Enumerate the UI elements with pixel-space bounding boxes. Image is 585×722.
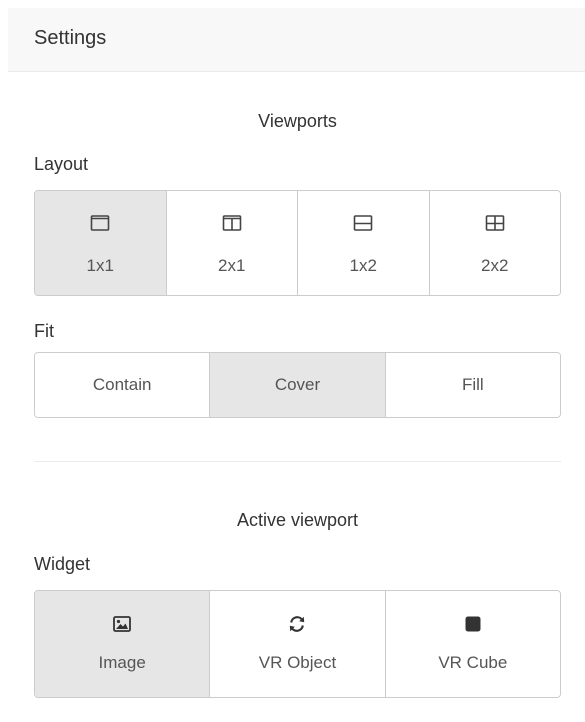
section-divider — [34, 461, 561, 462]
layout-2x2-label: 2x2 — [481, 256, 509, 275]
layout-2x1-button[interactable]: 2x1 — [166, 191, 298, 295]
layout-1x2-label: 1x2 — [349, 256, 377, 275]
viewports-section-title: Viewports — [258, 111, 337, 131]
grid-2x2-icon — [485, 215, 505, 231]
layout-1x1-button[interactable]: 1x1 — [35, 191, 167, 295]
fit-cover-button[interactable]: Cover — [210, 353, 386, 417]
single-pane-icon — [90, 215, 110, 231]
layout-button-group: 1x1 2x1 1x2 2x2 — [34, 190, 561, 296]
widget-vr-object-label: VR Object — [258, 653, 337, 672]
fit-label: Fit — [34, 321, 54, 341]
fit-fill-label: Fill — [461, 375, 484, 394]
layout-2x1-label: 2x1 — [218, 256, 246, 275]
layout-2x2-button[interactable]: 2x2 — [429, 191, 560, 295]
widget-label: Widget — [34, 554, 91, 574]
layout-1x1-label: 1x1 — [86, 256, 114, 275]
image-icon — [113, 616, 132, 632]
cube-icon — [465, 616, 481, 632]
layout-label: Layout — [34, 154, 89, 174]
fit-fill-button[interactable]: Fill — [385, 353, 560, 417]
widget-vr-cube-button[interactable]: VR Cube — [385, 591, 560, 697]
active-viewport-section-title: Active viewport — [236, 510, 359, 530]
rotate-icon — [290, 616, 305, 632]
two-rows-icon — [353, 215, 373, 231]
widget-vr-cube-label: VR Cube — [438, 653, 508, 672]
fit-contain-button[interactable]: Contain — [35, 353, 211, 417]
two-columns-icon — [222, 215, 242, 231]
settings-panel: Settings Viewports Layout 1x1 2x1 1x2 2x… — [8, 8, 585, 722]
fit-cover-label: Cover — [274, 375, 321, 394]
panel-header: Settings — [8, 8, 585, 72]
layout-1x2-button[interactable]: 1x2 — [298, 191, 430, 295]
widget-vr-object-button[interactable]: VR Object — [210, 591, 386, 697]
widget-image-button[interactable]: Image — [35, 591, 211, 697]
fit-contain-label: Contain — [92, 375, 152, 394]
widget-image-label: Image — [98, 653, 146, 672]
panel-title: Settings — [34, 27, 107, 49]
widget-button-group: Image VR Object VR Cube — [34, 590, 561, 698]
fit-button-group: Contain Cover Fill — [34, 352, 561, 418]
